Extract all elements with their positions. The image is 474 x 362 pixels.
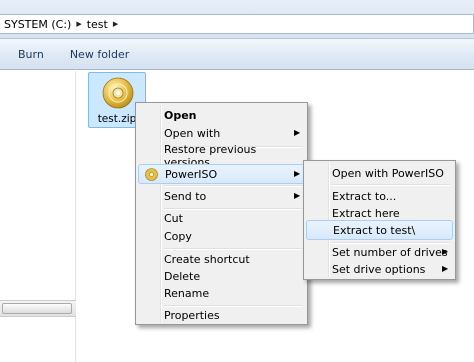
menu-item-open[interactable]: Open [138,105,305,125]
menu-item-label: PowerISO [165,167,218,181]
menu-item-copy[interactable]: Copy [138,226,305,246]
breadcrumb-arrow-icon[interactable]: ▶ [113,20,118,28]
poweriso-submenu: Open with PowerISO Extract to... Extract… [303,160,456,280]
submenu-arrow-icon: ▶ [442,264,449,273]
context-menu: Open Open with ▶ Restore previous versio… [135,102,308,325]
menu-item-rename[interactable]: Rename [138,283,305,303]
menu-item-label: Send to [164,189,207,203]
scrollbar-thumb[interactable] [2,303,72,314]
new-folder-button[interactable]: New folder [64,45,135,64]
menu-item-poweriso[interactable]: PowerISO [138,164,305,184]
menu-item-label: Open with [164,126,221,140]
menu-item-label: Copy [164,229,192,243]
submenu-arrow-icon: ▶ [442,247,449,256]
breadcrumb-arrow-icon[interactable]: ▶ [76,20,81,28]
menu-item-cut[interactable]: Cut [138,208,305,228]
menu-item-label: Create shortcut [164,252,250,266]
menu-item-label: Delete [164,269,201,283]
content-area [130,348,474,362]
menu-item-label: Set drive options [332,262,426,276]
breadcrumb-folder[interactable]: test [87,18,108,31]
burn-button[interactable]: Burn [12,45,50,64]
toolbar: Burn New folder [0,39,474,70]
menu-item-label: Properties [164,308,220,322]
nav-horizontal-scrollbar[interactable] [0,300,76,317]
menu-item-label: Open [164,108,197,122]
submenu-item-open-with-poweriso[interactable]: Open with PowerISO [306,163,453,183]
submenu-arrow-icon: ▶ [294,169,301,178]
menu-item-label: Extract to... [332,189,397,203]
menu-item-open-with[interactable]: Open with [138,123,305,143]
breadcrumb-drive[interactable]: SYSTEM (C:) [4,18,71,31]
submenu-item-set-drive-options[interactable]: Set drive options [306,259,453,279]
menu-item-label: Cut [164,211,183,225]
breadcrumb[interactable]: SYSTEM (C:) ▶ test ▶ [0,14,474,34]
submenu-arrow-icon: ▶ [294,128,301,137]
menu-item-label: Extract to test\ [333,223,416,237]
address-bar: SYSTEM (C:) ▶ test ▶ [0,0,474,39]
menu-item-label: Set number of drives [332,245,448,259]
submenu-item-extract-to-test[interactable]: Extract to test\ [306,220,453,240]
menu-item-label: Rename [164,286,210,300]
menu-item-label: Open with PowerISO [332,166,444,180]
menu-item-label: Extract here [332,206,400,220]
poweriso-disc-icon [102,77,134,109]
navigation-pane[interactable] [0,71,76,362]
submenu-arrow-icon: ▶ [294,191,301,200]
menu-item-send-to[interactable]: Send to [138,186,305,206]
menu-item-properties[interactable]: Properties [138,305,305,325]
poweriso-icon [145,168,158,181]
menu-item-restore-previous-versions[interactable]: Restore previous versions [138,143,305,169]
